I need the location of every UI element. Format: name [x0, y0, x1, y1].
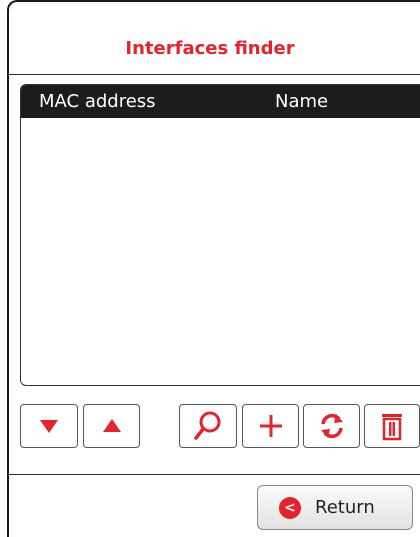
list-header: MAC address Name [21, 85, 420, 118]
delete-button[interactable] [364, 404, 420, 448]
arrow-up-icon [102, 419, 121, 432]
page-title: Interfaces finder [125, 38, 295, 59]
search-icon [194, 411, 221, 440]
arrow-down-icon [40, 420, 58, 433]
column-header-mac-address: MAC address [39, 91, 156, 112]
trash-icon [382, 414, 402, 441]
refresh-button[interactable] [303, 404, 360, 448]
search-button[interactable] [179, 404, 237, 448]
plus-icon [259, 415, 282, 437]
add-button[interactable] [242, 404, 299, 448]
back-chevron-icon: < [279, 496, 301, 519]
refresh-icon [320, 413, 343, 439]
return-button[interactable]: < Return [257, 485, 413, 530]
move-down-button[interactable] [20, 404, 78, 448]
divider [8, 74, 420, 75]
return-label: Return [315, 497, 375, 518]
column-header-name: Name [275, 91, 329, 112]
move-up-button[interactable] [83, 404, 140, 448]
divider [8, 474, 420, 475]
interfaces-list[interactable]: MAC address Name [20, 84, 420, 386]
